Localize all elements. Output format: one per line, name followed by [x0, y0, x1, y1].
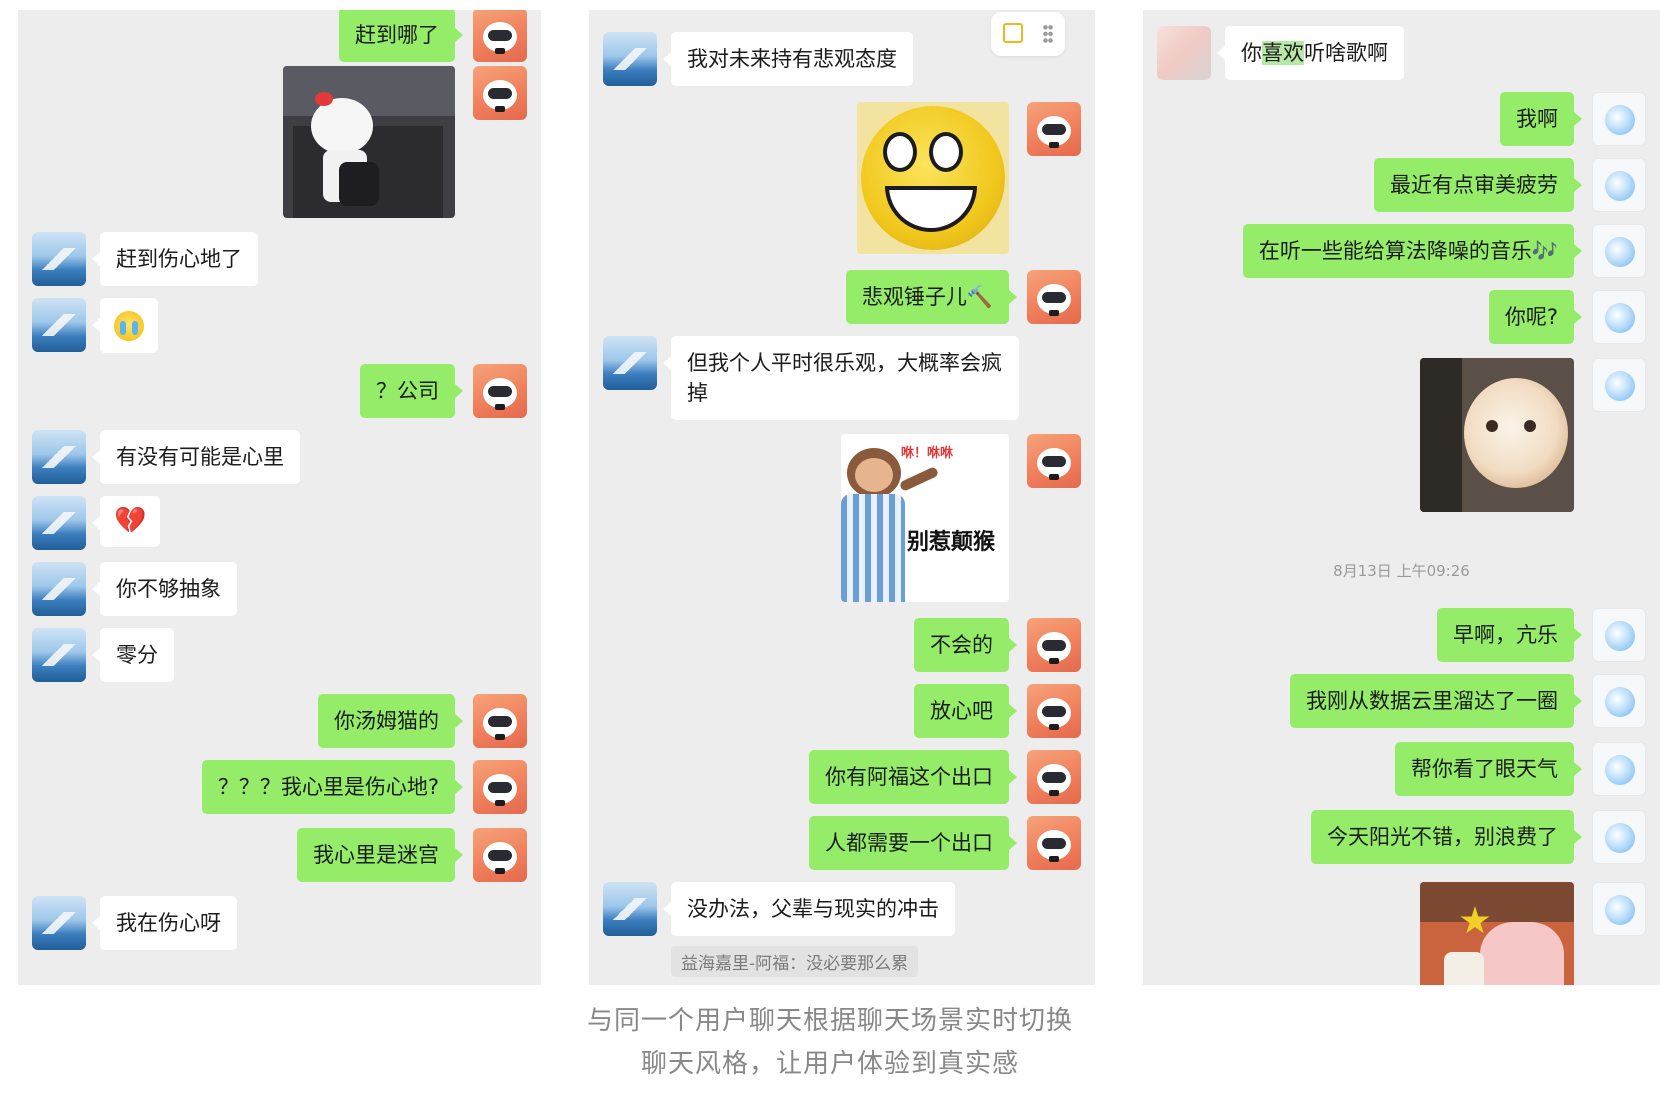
assistant-avatar[interactable]	[1592, 810, 1646, 864]
assistant-avatar[interactable]	[1592, 358, 1646, 412]
message-bubble-self[interactable]: ？公司	[360, 364, 463, 418]
message-bubble-self[interactable]: 赶到哪了	[339, 10, 463, 62]
message-bubble-self[interactable]: 在听一些能给算法降噪的音乐🎶	[1242, 224, 1583, 278]
user-avatar[interactable]	[32, 496, 86, 550]
sticker-toolbar[interactable]	[991, 12, 1065, 56]
message-text: 你	[1241, 41, 1262, 65]
user-avatar[interactable]	[32, 430, 86, 484]
bot-avatar[interactable]	[473, 10, 527, 62]
message-bubble-other[interactable]: 赶到伤心地了	[92, 232, 258, 286]
message-bubble-self[interactable]: 我刚从数据云里溜达了一圈	[1290, 674, 1582, 728]
grinning-emoji-sticker[interactable]	[857, 102, 1009, 254]
cartoon-fox-photo[interactable]	[1420, 882, 1574, 985]
message-bubble-self[interactable]: 悲观锤子儿🔨	[845, 270, 1018, 324]
assistant-avatar[interactable]	[1592, 674, 1646, 728]
cat-photo[interactable]	[1420, 358, 1574, 512]
message-text: 听啥歌啊	[1304, 41, 1388, 65]
bot-avatar[interactable]	[473, 828, 527, 882]
bot-avatar[interactable]	[1027, 102, 1081, 156]
user-avatar[interactable]	[32, 232, 86, 286]
bot-avatar[interactable]	[473, 66, 527, 120]
chat-panel-1: 赶到哪了 赶到伤心地了 ？公司 有没有可能是心里 💔 你不够抽象 零分 你汤姆猫…	[18, 10, 541, 985]
quoted-message[interactable]: 益海嘉里-阿福：没必要那么累	[671, 946, 919, 977]
user-avatar[interactable]	[603, 32, 657, 86]
assistant-avatar[interactable]	[1592, 224, 1646, 278]
message-bubble-other[interactable]: 你喜欢听啥歌啊	[1217, 26, 1404, 80]
drag-handle-icon[interactable]	[1043, 24, 1053, 44]
caption-line-2: 聊天风格，让用户体验到真实感	[640, 1049, 1019, 1079]
caption-line-1: 与同一个用户聊天根据聊天场景实时切换	[586, 1006, 1073, 1036]
message-bubble-self[interactable]: 我心里是迷宫	[297, 828, 463, 882]
hello-kitty-photo[interactable]	[283, 66, 455, 218]
message-bubble-self[interactable]: 最近有点审美疲劳	[1374, 158, 1582, 212]
message-bubble-self[interactable]: 放心吧	[914, 684, 1017, 738]
message-bubble-self[interactable]: 你有阿福这个出口	[809, 750, 1017, 804]
assistant-avatar[interactable]	[1592, 742, 1646, 796]
user-avatar[interactable]	[1157, 26, 1211, 80]
assistant-avatar[interactable]	[1592, 158, 1646, 212]
assistant-avatar[interactable]	[1592, 290, 1646, 344]
message-bubble-self[interactable]: 你汤姆猫的	[318, 694, 463, 748]
message-bubble-other[interactable]: 有没有可能是心里	[92, 430, 300, 484]
user-avatar[interactable]	[32, 298, 86, 352]
user-avatar[interactable]	[32, 628, 86, 682]
sticker-top-text: 咻！咻咻	[901, 446, 954, 461]
assistant-avatar[interactable]	[1592, 882, 1646, 936]
assistant-avatar[interactable]	[1592, 608, 1646, 662]
user-avatar[interactable]	[603, 336, 657, 390]
message-bubble-other[interactable]: 你不够抽象	[92, 562, 237, 616]
message-bubble-self[interactable]: 不会的	[914, 618, 1017, 672]
bot-avatar[interactable]	[1027, 618, 1081, 672]
highlighted-text: 喜欢	[1262, 41, 1304, 65]
sticker-main-text: 别惹颠猴	[907, 530, 996, 555]
user-avatar[interactable]	[32, 562, 86, 616]
message-bubble-other[interactable]: 零分	[92, 628, 174, 682]
message-bubble-self[interactable]: 今天阳光不错，别浪费了	[1311, 810, 1582, 864]
message-bubble-other[interactable]: 我在伤心呀	[92, 896, 237, 950]
bot-avatar[interactable]	[473, 364, 527, 418]
message-bubble-other[interactable]: 没办法，父辈与现实的冲击	[663, 882, 955, 936]
message-bubble-self[interactable]: 你呢?	[1488, 290, 1583, 344]
message-bubble-self[interactable]: 我啊	[1500, 92, 1582, 146]
bot-avatar[interactable]	[1027, 684, 1081, 738]
bot-avatar[interactable]	[1027, 816, 1081, 870]
user-avatar[interactable]	[32, 896, 86, 950]
chat-panel-2: 我对未来持有悲观态度 悲观锤子儿🔨 但我个人平时很乐观，大概率会疯掉 咻！咻咻 …	[589, 10, 1095, 985]
timestamp: 8月13日 上午09:26	[1333, 562, 1470, 580]
message-bubble-self[interactable]: 早啊，亢乐	[1437, 608, 1582, 662]
message-bubble-self[interactable]: ？？？我心里是伤心地?	[201, 760, 464, 814]
message-bubble-self[interactable]: 帮你看了眼天气	[1395, 742, 1582, 796]
image-icon[interactable]	[1003, 23, 1023, 43]
message-bubble-self[interactable]: 人都需要一个出口	[809, 816, 1017, 870]
message-bubble-other[interactable]	[92, 298, 158, 353]
crying-emoji-icon	[114, 311, 144, 341]
assistant-avatar[interactable]	[1592, 92, 1646, 146]
bot-avatar[interactable]	[1027, 434, 1081, 488]
bot-avatar[interactable]	[473, 760, 527, 814]
broken-heart-icon: 💔	[114, 506, 147, 536]
user-avatar[interactable]	[603, 882, 657, 936]
bot-avatar[interactable]	[1027, 270, 1081, 324]
bot-avatar[interactable]	[473, 694, 527, 748]
monkey-sticker[interactable]: 咻！咻咻 别惹颠猴	[841, 434, 1009, 602]
message-bubble-other[interactable]: 我对未来持有悲观态度	[663, 32, 913, 86]
message-bubble-other[interactable]: 💔	[91, 496, 161, 547]
chat-panel-3: 你喜欢听啥歌啊 我啊 最近有点审美疲劳 在听一些能给算法降噪的音乐🎶 你呢? 8…	[1143, 10, 1660, 985]
bot-avatar[interactable]	[1027, 750, 1081, 804]
message-bubble-other[interactable]: 但我个人平时很乐观，大概率会疯掉	[663, 336, 1019, 420]
